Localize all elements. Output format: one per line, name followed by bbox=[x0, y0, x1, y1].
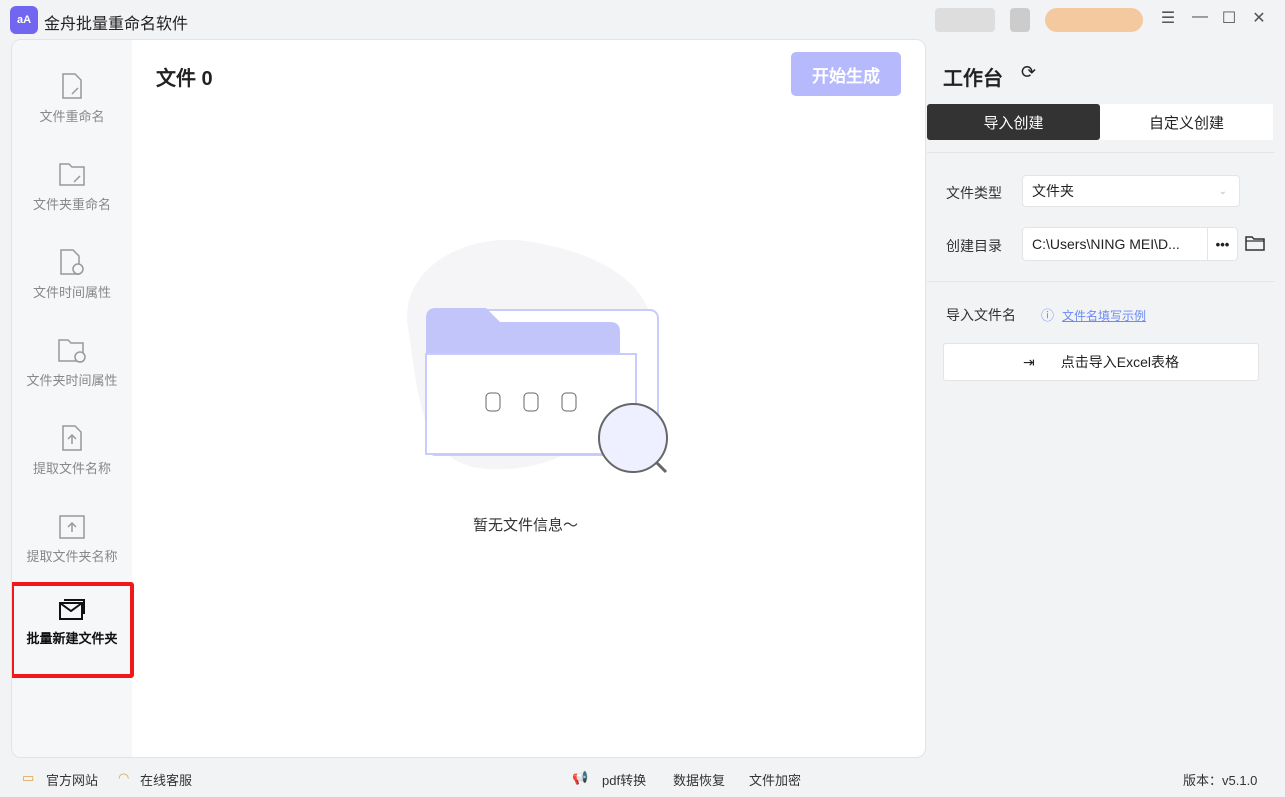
version-text: 版本：v5.1.0 bbox=[1183, 773, 1258, 788]
dir-value: C:\Users\NING MEI\D... bbox=[1032, 236, 1180, 252]
sidebar-item-file-time[interactable]: 文件时间属性 bbox=[12, 248, 132, 336]
app-title: 金舟批量重命名软件 bbox=[44, 16, 189, 33]
file-encrypt-link[interactable]: 文件加密 bbox=[749, 770, 801, 789]
sidebar-item-batch-create-folder[interactable]: 批量新建文件夹 bbox=[12, 582, 134, 678]
folder-clock-icon bbox=[58, 339, 86, 363]
menu-icon[interactable]: ☰ bbox=[1158, 8, 1178, 28]
pdf-convert-link[interactable]: pdf转换 bbox=[602, 770, 646, 789]
sidebar-item-label: 提取文件夹名称 bbox=[26, 549, 118, 564]
folders-icon bbox=[59, 599, 85, 620]
help-icon: ⓘ bbox=[1041, 308, 1055, 323]
import-filename-label: 导入文件名 bbox=[946, 307, 1016, 323]
sidebar-item-folder-rename[interactable]: 文件夹重命名 bbox=[12, 160, 132, 248]
workbench-title: 工作台 bbox=[943, 68, 1003, 90]
minimize-icon[interactable]: — bbox=[1190, 8, 1210, 26]
app-logo: aA bbox=[10, 6, 38, 34]
close-icon[interactable]: ✕ bbox=[1249, 8, 1269, 28]
sidebar-item-label: 文件夹时间属性 bbox=[26, 373, 118, 388]
dir-input[interactable]: C:\Users\NING MEI\D... ••• bbox=[1022, 227, 1238, 261]
refresh-icon[interactable]: ⟳ bbox=[1021, 62, 1036, 83]
empty-folder-illustration bbox=[407, 239, 668, 474]
file-type-value: 文件夹 bbox=[1032, 183, 1074, 199]
dir-label: 创建目录 bbox=[946, 238, 1002, 254]
empty-state-text: 暂无文件信息～ bbox=[473, 517, 579, 534]
browse-button[interactable]: ••• bbox=[1207, 228, 1237, 260]
sidebar-item-label: 文件重命名 bbox=[39, 109, 105, 124]
avatar[interactable] bbox=[1010, 8, 1030, 32]
online-service-link[interactable]: 在线客服 bbox=[140, 770, 192, 789]
file-upload-icon bbox=[62, 425, 82, 451]
folder-edit-icon bbox=[59, 163, 85, 186]
import-icon: ⇥ bbox=[1023, 353, 1035, 370]
folder-open-icon[interactable] bbox=[1245, 235, 1265, 251]
start-generate-button[interactable]: 开始生成 bbox=[791, 52, 901, 96]
file-count-title: 文件 0 bbox=[156, 68, 213, 90]
vip-badge[interactable] bbox=[1045, 8, 1143, 32]
sidebar-item-extract-file[interactable]: 提取文件名称 bbox=[12, 424, 132, 512]
sidebar-item-label: 文件时间属性 bbox=[32, 285, 111, 300]
import-excel-button[interactable]: ⇥ 点击导入Excel表格 bbox=[943, 343, 1259, 381]
file-clock-icon bbox=[60, 249, 84, 275]
main-panel: 文件重命名 文件夹重命名 文件时间属性 文件夹时间属性 提取文件名称 提取文件夹… bbox=[11, 39, 926, 758]
megaphone-icon: 📢 bbox=[572, 770, 589, 785]
sidebar-item-folder-time[interactable]: 文件夹时间属性 bbox=[12, 336, 132, 424]
sidebar-item-label: 文件夹重命名 bbox=[32, 197, 111, 212]
import-excel-label: 点击导入Excel表格 bbox=[1060, 354, 1179, 370]
website-link[interactable]: 官方网站 bbox=[46, 770, 98, 789]
filename-example-link[interactable]: 文件名填写示例 bbox=[1062, 307, 1146, 324]
headset-icon: ◠ bbox=[118, 770, 130, 785]
sidebar-item-label: 批量新建文件夹 bbox=[26, 631, 118, 646]
file-type-label: 文件类型 bbox=[946, 185, 1002, 201]
file-type-select[interactable]: 文件夹 ⌄ bbox=[1022, 175, 1240, 207]
maximize-icon[interactable]: ☐ bbox=[1219, 8, 1239, 28]
data-recovery-link[interactable]: 数据恢复 bbox=[673, 770, 725, 789]
website-icon: ▭ bbox=[22, 770, 35, 785]
sidebar: 文件重命名 文件夹重命名 文件时间属性 文件夹时间属性 提取文件名称 提取文件夹… bbox=[12, 40, 134, 757]
folder-upload-icon bbox=[59, 515, 85, 539]
tab-custom-create[interactable]: 自定义创建 bbox=[1100, 104, 1273, 140]
sidebar-item-label: 提取文件名称 bbox=[32, 461, 111, 476]
chevron-down-icon: ⌄ bbox=[1218, 185, 1227, 197]
file-edit-icon bbox=[62, 73, 82, 99]
sidebar-item-file-rename[interactable]: 文件重命名 bbox=[12, 72, 132, 160]
tab-import-create[interactable]: 导入创建 bbox=[927, 104, 1100, 140]
user-info-blurred bbox=[935, 8, 995, 32]
workbench-panel: 工作台 ⟳ 导入创建 自定义创建 文件类型 文件夹 ⌄ 创建目录 C:\Users… bbox=[927, 40, 1285, 758]
